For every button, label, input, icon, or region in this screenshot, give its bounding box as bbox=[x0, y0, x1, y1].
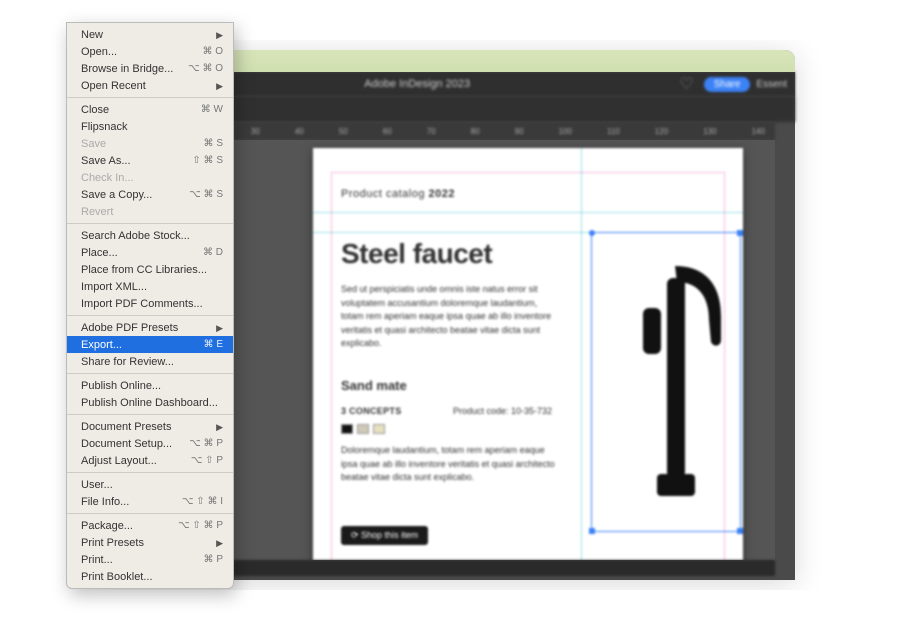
share-button[interactable]: Share bbox=[704, 77, 751, 92]
swatch-black bbox=[341, 424, 353, 434]
file-menu-print[interactable]: Print...⌘ P bbox=[67, 551, 233, 568]
swatch-sand bbox=[373, 424, 385, 434]
shop-button[interactable]: ⟳ Shop this item bbox=[341, 526, 428, 545]
file-menu-place[interactable]: Place...⌘ D bbox=[67, 244, 233, 261]
file-menu-adobe-pdf-presets[interactable]: Adobe PDF Presets▶ bbox=[67, 319, 233, 336]
file-menu-revert: Revert bbox=[67, 203, 233, 220]
product-code: Product code: 10-35-732 bbox=[453, 406, 552, 416]
page: Product catalog 2022 Steel faucet Sed ut… bbox=[313, 148, 743, 560]
status-bar bbox=[153, 560, 775, 576]
horizontal-ruler: 102030405060708090100110120130140 bbox=[153, 122, 775, 140]
caption: Product catalog 2022 bbox=[341, 188, 455, 200]
body-text: Sed ut perspiciatis unde omnis iste natu… bbox=[341, 283, 561, 351]
swatch-beige bbox=[357, 424, 369, 434]
file-menu-search-adobe-stock[interactable]: Search Adobe Stock... bbox=[67, 227, 233, 244]
file-menu-package[interactable]: Package...⌥ ⇧ ⌘ P bbox=[67, 517, 233, 534]
file-menu-share-for-review[interactable]: Share for Review... bbox=[67, 353, 233, 370]
file-menu-print-presets[interactable]: Print Presets▶ bbox=[67, 534, 233, 551]
file-menu-save: Save⌘ S bbox=[67, 135, 233, 152]
subheading: Sand mate bbox=[341, 378, 407, 393]
file-menu-import-xml[interactable]: Import XML... bbox=[67, 278, 233, 295]
chevron-right-icon: ▶ bbox=[216, 420, 223, 434]
file-menu-user[interactable]: User... bbox=[67, 476, 233, 493]
file-menu-check-in: Check In... bbox=[67, 169, 233, 186]
file-menu-publish-online-dashboard[interactable]: Publish Online Dashboard... bbox=[67, 394, 233, 411]
file-menu-open[interactable]: Open...⌘ O bbox=[67, 43, 233, 60]
file-menu-browse-in-bridge[interactable]: Browse in Bridge...⌥ ⌘ O bbox=[67, 60, 233, 77]
chevron-right-icon: ▶ bbox=[216, 321, 223, 335]
file-menu-new[interactable]: New▶ bbox=[67, 26, 233, 43]
file-menu-flipsnack[interactable]: Flipsnack bbox=[67, 118, 233, 135]
file-menu-document-presets[interactable]: Document Presets▶ bbox=[67, 418, 233, 435]
guide bbox=[313, 212, 743, 213]
file-menu-publish-online[interactable]: Publish Online... bbox=[67, 377, 233, 394]
file-menu-file-info[interactable]: File Info...⌥ ⇧ ⌘ I bbox=[67, 493, 233, 510]
file-menu-save-a-copy[interactable]: Save a Copy...⌥ ⌘ S bbox=[67, 186, 233, 203]
file-menu-export[interactable]: Export...⌘ E bbox=[67, 336, 233, 353]
chevron-right-icon: ▶ bbox=[216, 536, 223, 550]
file-menu-document-setup[interactable]: Document Setup...⌥ ⌘ P bbox=[67, 435, 233, 452]
file-menu-adjust-layout[interactable]: Adjust Layout...⌥ ⇧ P bbox=[67, 452, 233, 469]
concepts-label: 3 CONCEPTS bbox=[341, 406, 402, 416]
chevron-right-icon: ▶ bbox=[216, 28, 223, 42]
faucet-image bbox=[613, 248, 733, 518]
file-menu-close[interactable]: Close⌘ W bbox=[67, 101, 233, 118]
file-menu-open-recent[interactable]: Open Recent▶ bbox=[67, 77, 233, 94]
menubar-item-layout[interactable]: Layout bbox=[183, 0, 237, 17]
document-canvas[interactable]: Product catalog 2022 Steel faucet Sed ut… bbox=[153, 140, 775, 560]
file-menu-print-booklet[interactable]: Print Booklet... bbox=[67, 568, 233, 585]
guide bbox=[581, 148, 582, 560]
color-swatches bbox=[341, 424, 385, 434]
chevron-right-icon: ▶ bbox=[216, 79, 223, 93]
headline: Steel faucet bbox=[341, 238, 492, 270]
file-menu-place-from-cc-libraries[interactable]: Place from CC Libraries... bbox=[67, 261, 233, 278]
lightbulb-icon[interactable]: ♡ bbox=[679, 74, 693, 94]
file-menu-save-as[interactable]: Save As...⇧ ⌘ S bbox=[67, 152, 233, 169]
file-menu-import-pdf-comments[interactable]: Import PDF Comments... bbox=[67, 295, 233, 312]
body-text-2: Doloremque laudantium, totam rem aperiam… bbox=[341, 444, 561, 485]
workspace-switcher[interactable]: Essent bbox=[756, 79, 787, 90]
file-menu-dropdown: New▶Open...⌘ OBrowse in Bridge...⌥ ⌘ OOp… bbox=[66, 22, 234, 589]
